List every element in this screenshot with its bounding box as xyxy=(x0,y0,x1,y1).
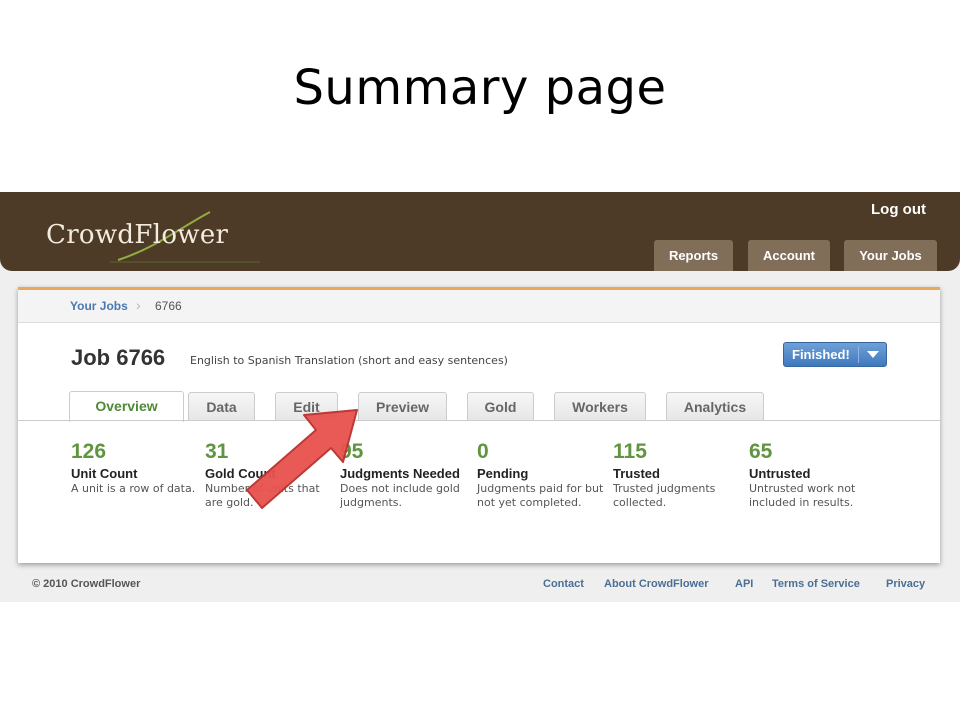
status-dropdown-button[interactable]: Finished! xyxy=(783,342,887,367)
stat-value: 95 xyxy=(340,440,364,463)
stat-gold-count: 31 Gold Count Number of units that are g… xyxy=(205,440,345,509)
crowdflower-logo[interactable]: CrowdFlower xyxy=(46,220,228,250)
stat-description: A unit is a row of data. xyxy=(71,482,196,495)
stat-description: not yet completed. xyxy=(477,496,582,509)
breadcrumb-your-jobs[interactable]: Your Jobs xyxy=(70,299,128,313)
stat-label: Trusted xyxy=(613,466,660,481)
tab-data[interactable]: Data xyxy=(188,392,255,421)
breadcrumb-current: 6766 xyxy=(155,299,182,313)
stat-description: Untrusted work not xyxy=(749,482,856,495)
stat-untrusted: 65 Untrusted Untrusted work not included… xyxy=(749,440,889,509)
footer-copyright: © 2010 CrowdFlower xyxy=(32,578,141,590)
tab-preview[interactable]: Preview xyxy=(358,392,447,421)
slide-title: Summary page xyxy=(293,60,667,116)
stat-label: Pending xyxy=(477,466,529,481)
stat-pending: 0 Pending Judgments paid for but not yet… xyxy=(477,440,617,509)
footer-link-privacy[interactable]: Privacy xyxy=(886,578,925,590)
tab-edit[interactable]: Edit xyxy=(275,392,338,421)
stat-description: included in results. xyxy=(749,496,854,509)
tab-divider xyxy=(18,420,940,421)
tab-overview[interactable]: Overview xyxy=(69,391,184,422)
stat-label: Gold Count xyxy=(205,466,276,481)
stat-label: Unit Count xyxy=(71,466,138,481)
tab-analytics[interactable]: Analytics xyxy=(666,392,764,421)
job-panel: Your Jobs › 6766 Job 6766 English to Spa… xyxy=(18,287,940,563)
nav-tab-your-jobs[interactable]: Your Jobs xyxy=(844,240,937,271)
app-screenshot: CrowdFlower Log out Reports Account Your… xyxy=(0,192,960,602)
stat-value: 65 xyxy=(749,440,773,463)
stat-description: Trusted judgments xyxy=(613,482,716,495)
tab-gold[interactable]: Gold xyxy=(467,392,534,421)
stat-value: 0 xyxy=(477,440,489,463)
stat-value: 126 xyxy=(71,440,107,463)
top-header-bar: CrowdFlower Log out Reports Account Your… xyxy=(0,192,960,271)
breadcrumb-chevron-icon: › xyxy=(136,297,141,313)
nav-tab-account[interactable]: Account xyxy=(748,240,830,271)
footer-link-terms[interactable]: Terms of Service xyxy=(772,578,860,590)
footer-link-contact[interactable]: Contact xyxy=(543,578,584,590)
stat-trusted: 115 Trusted Trusted judgments collected. xyxy=(613,440,753,509)
stat-description: Does not include gold xyxy=(340,482,460,495)
footer-link-about[interactable]: About CrowdFlower xyxy=(604,578,709,590)
stat-description: judgments. xyxy=(340,496,402,509)
stat-value: 31 xyxy=(205,440,229,463)
stat-value: 115 xyxy=(613,440,647,463)
logout-link[interactable]: Log out xyxy=(871,201,926,218)
stat-label: Judgments Needed xyxy=(340,466,460,481)
stat-description: Judgments paid for but xyxy=(477,482,604,495)
stat-label: Untrusted xyxy=(749,466,811,481)
stat-description: collected. xyxy=(613,496,667,509)
chevron-down-icon[interactable] xyxy=(867,351,879,358)
tab-workers[interactable]: Workers xyxy=(554,392,646,421)
stat-description: are gold. xyxy=(205,496,254,509)
stat-unit-count: 126 Unit Count A unit is a row of data. xyxy=(71,440,211,495)
stat-judgments-needed: 95 Judgments Needed Does not include gol… xyxy=(340,440,480,509)
status-divider xyxy=(858,346,859,363)
stat-description: Number of units that xyxy=(205,482,320,495)
footer-link-api[interactable]: API xyxy=(735,578,753,590)
page-title: Job 6766 xyxy=(71,345,166,370)
status-label: Finished! xyxy=(792,347,850,362)
job-description: English to Spanish Translation (short an… xyxy=(190,354,508,367)
nav-tab-reports[interactable]: Reports xyxy=(654,240,733,271)
breadcrumb: Your Jobs › 6766 xyxy=(18,290,940,323)
